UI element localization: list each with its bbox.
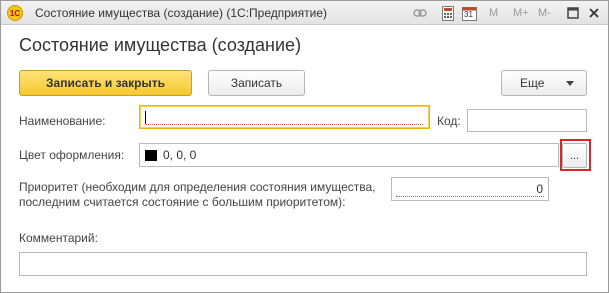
comment-label: Комментарий:: [19, 231, 98, 245]
priority-input[interactable]: 0: [391, 177, 549, 201]
calendar-icon[interactable]: 31: [461, 5, 477, 21]
close-icon[interactable]: [587, 5, 601, 21]
title-bar: 1С Состояние имущества (создание) (1С:Пр…: [1, 1, 608, 25]
window-title: Состояние имущества (создание) (1С:Предп…: [35, 6, 327, 20]
required-underline: [146, 124, 423, 125]
color-value: 0, 0, 0: [163, 148, 197, 162]
more-button-label: Еще: [520, 76, 545, 90]
name-input[interactable]: [139, 105, 430, 129]
text-cursor: [145, 111, 146, 124]
name-label: Наименование:: [19, 114, 106, 128]
color-label: Цвет оформления:: [19, 148, 125, 162]
memory-subtract-button[interactable]: M-: [538, 5, 551, 21]
required-underline: [396, 196, 544, 197]
calendar-day: 31: [464, 10, 473, 19]
memory-m-button[interactable]: M: [489, 5, 498, 21]
save-and-close-button[interactable]: Записать и закрыть: [19, 70, 192, 96]
priority-label-line2: последним считается состояние с большим …: [19, 195, 346, 209]
form-title: Состояние имущества (создание): [19, 35, 302, 55]
color-swatch: [145, 150, 157, 161]
priority-value: 0: [536, 182, 543, 196]
app-1c-icon[interactable]: 1С: [7, 5, 23, 21]
save-button[interactable]: Записать: [208, 70, 305, 96]
code-input[interactable]: [467, 109, 587, 132]
more-button[interactable]: Еще: [501, 70, 587, 96]
priority-label-line1: Приоритет (необходим для определения сос…: [19, 180, 376, 194]
highlight-frame: [560, 139, 591, 171]
link-icon[interactable]: [412, 5, 428, 21]
memory-add-button[interactable]: M+: [513, 5, 529, 21]
maximize-icon[interactable]: [566, 5, 580, 21]
calculator-icon[interactable]: [441, 5, 455, 21]
code-label: Код:: [437, 114, 461, 128]
chevron-down-icon: [566, 81, 574, 86]
comment-input[interactable]: [19, 252, 587, 276]
color-input[interactable]: 0, 0, 0: [139, 143, 559, 167]
window: 1С Состояние имущества (создание) (1С:Пр…: [0, 0, 609, 293]
